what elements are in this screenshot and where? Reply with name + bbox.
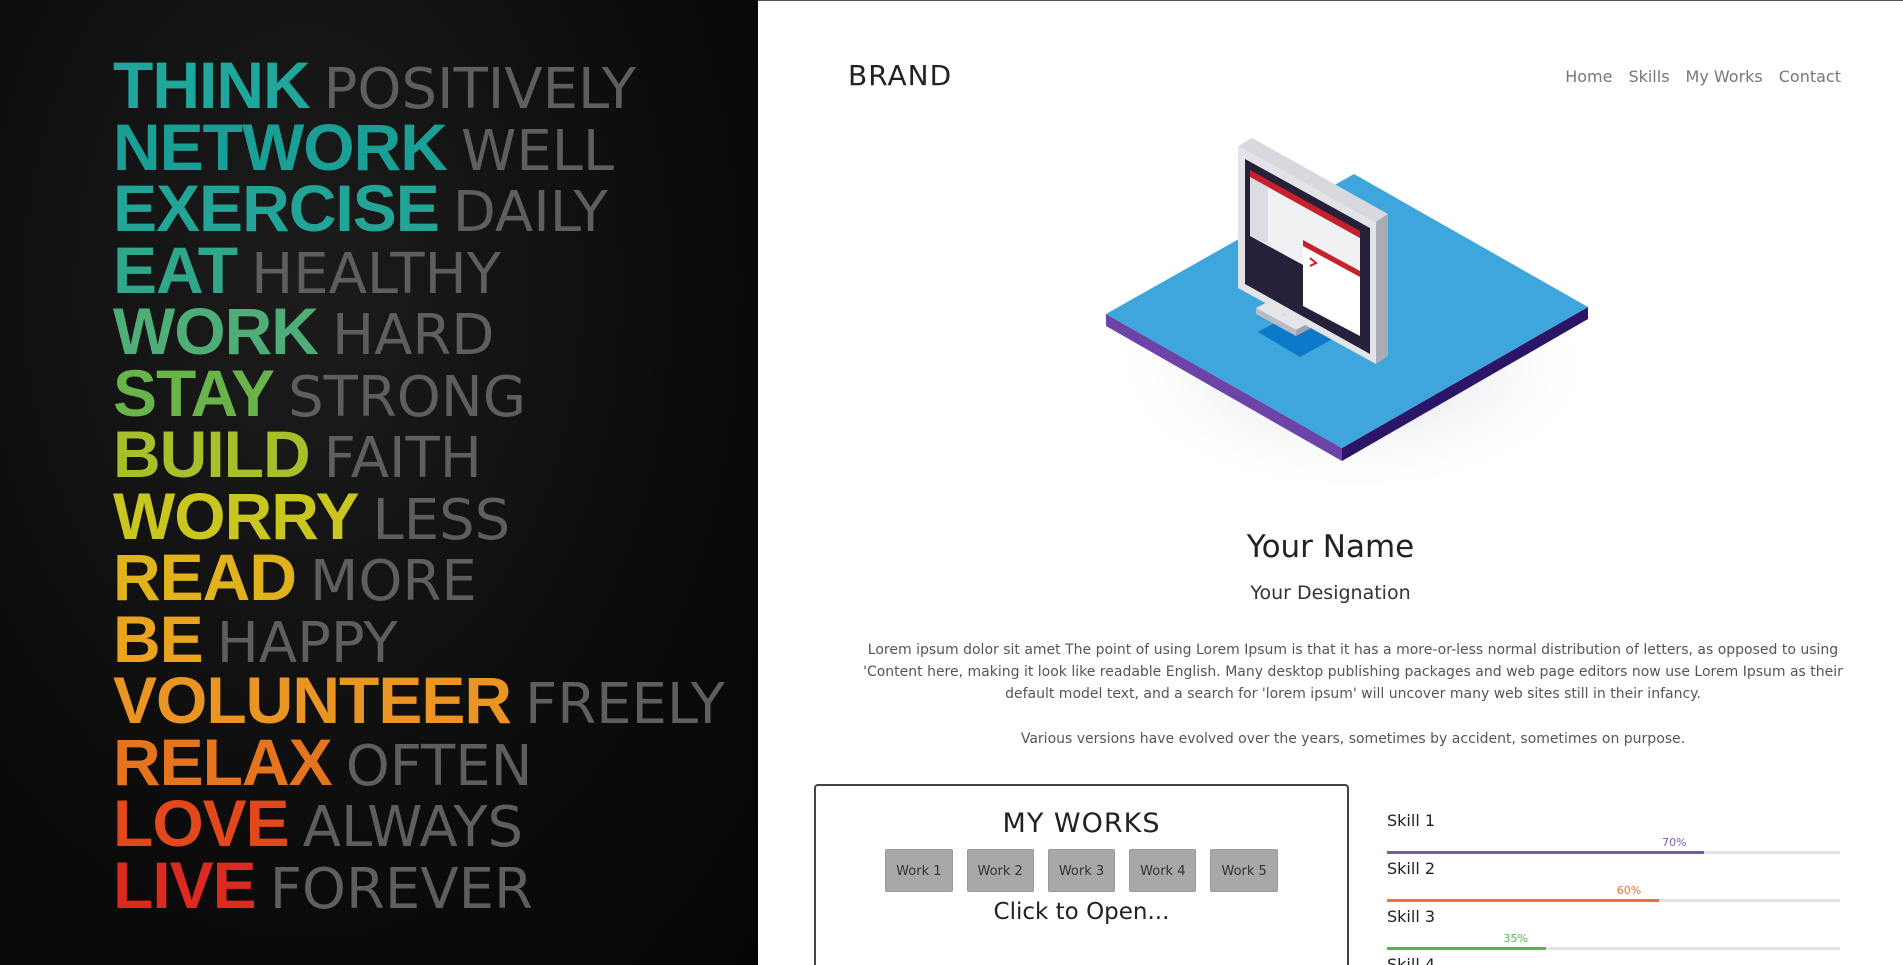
- poster-light-word: FREELY: [525, 672, 725, 737]
- nav-my-works[interactable]: My Works: [1686, 67, 1763, 86]
- skill-progress-fill: [1387, 851, 1705, 854]
- profile-designation: Your Designation: [1250, 582, 1411, 604]
- poster-line: THINK POSITIVELY: [113, 52, 636, 118]
- work-3-button[interactable]: Work 3: [1047, 849, 1116, 892]
- skills-section: Skill 1 70% Skill 2 60% Skill 3 35% Skill 4: [1387, 811, 1840, 965]
- works-open-hint: Click to Open...: [993, 899, 1170, 925]
- skill-percent-label: 35%: [1503, 932, 1528, 945]
- poster-light-word: WELL: [460, 118, 615, 184]
- poster-light-word: ALWAYS: [302, 795, 524, 860]
- work-4-button[interactable]: Work 4: [1129, 849, 1197, 892]
- my-works-panel: MY WORKS Work 1 Work 2 Work 3 Work 4 Wor…: [814, 784, 1349, 965]
- computer-illustration: [1106, 138, 1598, 496]
- poster-light-word: FOREVER: [269, 856, 533, 922]
- skill-name: Skill 4: [1387, 955, 1436, 965]
- skill-percent-label: 60%: [1616, 884, 1642, 897]
- poster-light-word: LESS: [372, 487, 511, 553]
- top-nav: Home Skills My Works Contact: [1565, 67, 1841, 86]
- poster-light-word: STRONG: [288, 364, 527, 430]
- profile-description: Lorem ipsum dolor sit amet The point of …: [863, 642, 1843, 702]
- skill-item: Skill 3 35%: [1387, 907, 1840, 955]
- main-panel: BRAND Home Skills My Works Contact Your …: [758, 0, 1903, 965]
- skill-progress-fill: [1387, 947, 1546, 950]
- poster-line: EXERCISE DAILY: [113, 175, 608, 241]
- poster-line: BE HAPPY: [113, 606, 398, 672]
- profile-name: Your Name: [1246, 529, 1415, 565]
- poster-line: LIVE FOREVER: [113, 852, 533, 918]
- brand-logo[interactable]: BRAND: [848, 59, 952, 92]
- poster-line: EAT HEALTHY: [113, 237, 501, 303]
- poster-light-word: OFTEN: [345, 733, 533, 799]
- poster-line: WORK HARD: [113, 298, 494, 364]
- skill-item: Skill 1 70%: [1387, 811, 1840, 859]
- poster-light-word: HARD: [331, 303, 495, 368]
- skill-name: Skill 1: [1387, 811, 1436, 830]
- nav-skills[interactable]: Skills: [1628, 67, 1669, 86]
- work-buttons: Work 1 Work 2 Work 3 Work 4 Work 5: [816, 849, 1347, 892]
- poster-line: RELAX OFTEN: [113, 729, 532, 795]
- poster-light-word: DAILY: [452, 180, 608, 245]
- my-works-title: MY WORKS: [1002, 808, 1161, 839]
- skill-progress-bar: 60%: [1387, 884, 1840, 902]
- poster-line: READ MORE: [113, 544, 477, 610]
- work-5-button[interactable]: Work 5: [1210, 849, 1278, 892]
- skill-name: Skill 2: [1387, 859, 1436, 878]
- skill-progress-bar: 35%: [1387, 932, 1840, 950]
- nav-home[interactable]: Home: [1565, 67, 1612, 86]
- nav-contact[interactable]: Contact: [1779, 67, 1841, 86]
- skill-progress-bar: 70%: [1387, 836, 1840, 854]
- motivational-poster: THINK POSITIVELY NETWORK WELL EXERCISE DAILY E…: [0, 0, 758, 965]
- skill-item: Skill 4: [1387, 955, 1840, 965]
- poster-line: BUILD FAITH: [113, 421, 482, 487]
- work-1-button[interactable]: Work 1: [885, 849, 953, 892]
- skill-name: Skill 3: [1387, 907, 1436, 926]
- poster-line: NETWORK WELL: [113, 114, 614, 180]
- profile-description-2: Various versions have evolved over the y…: [1020, 731, 1686, 747]
- skill-progress-fill: [1387, 899, 1659, 902]
- poster-line: WORRY LESS: [113, 483, 510, 549]
- poster-line: VOLUNTEER FREELY: [113, 667, 725, 733]
- poster-line: LOVE ALWAYS: [113, 790, 523, 856]
- poster-line: STAY STRONG: [113, 360, 526, 426]
- work-2-button[interactable]: Work 2: [966, 849, 1034, 892]
- skill-percent-label: 70%: [1662, 836, 1687, 849]
- poster-bold-word: LIVE: [113, 847, 257, 922]
- skill-item: Skill 2 60%: [1387, 859, 1840, 907]
- poster-light-word: MORE: [310, 549, 477, 614]
